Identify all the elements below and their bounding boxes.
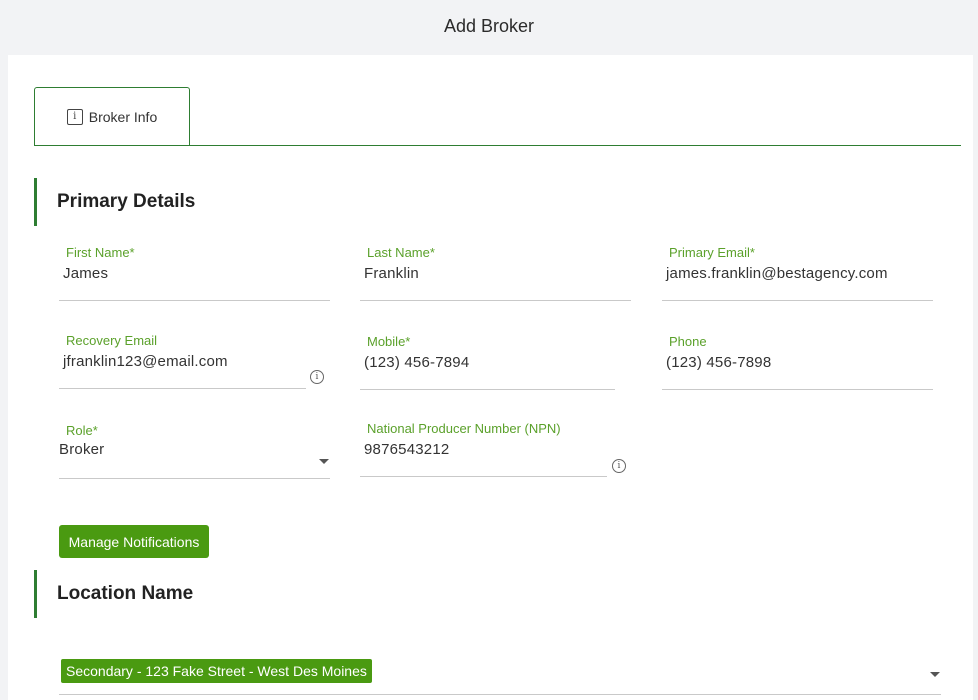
- field-underline: [662, 389, 933, 390]
- form-card: i Broker Info Primary Details First Name…: [8, 55, 973, 700]
- phone-input[interactable]: (123) 456-7898: [666, 354, 771, 371]
- npn-info-icon[interactable]: i: [612, 459, 626, 473]
- chevron-down-icon[interactable]: [930, 672, 940, 677]
- chevron-down-icon[interactable]: [319, 459, 329, 464]
- role-value: Broker: [59, 441, 105, 458]
- phone-label: Phone: [669, 334, 707, 349]
- primary-email-label: Primary Email*: [669, 245, 755, 260]
- field-underline: [360, 300, 631, 301]
- first-name-label: First Name*: [66, 245, 135, 260]
- field-underline: [360, 389, 615, 390]
- recovery-email-label: Recovery Email: [66, 333, 158, 348]
- manage-notifications-button[interactable]: Manage Notifications: [59, 525, 209, 558]
- tab-label: Broker Info: [88, 108, 158, 125]
- tab-divider: [34, 145, 961, 146]
- field-underline: [59, 300, 330, 301]
- first-name-input[interactable]: James: [63, 265, 108, 282]
- section-title: Location Name: [57, 583, 194, 604]
- role-select[interactable]: Role* Broker: [59, 423, 330, 479]
- recovery-email-info-icon[interactable]: i: [310, 370, 324, 384]
- npn-label: National Producer Number (NPN): [367, 421, 561, 436]
- mobile-label: Mobile*: [367, 334, 411, 349]
- primary-email-input[interactable]: james.franklin@bestagency.com: [666, 265, 888, 282]
- field-underline: [59, 478, 330, 479]
- mobile-input[interactable]: (123) 456-7894: [364, 354, 469, 371]
- page-title: Add Broker: [443, 15, 535, 36]
- tab-broker-info[interactable]: i Broker Info: [34, 87, 190, 146]
- last-name-input[interactable]: Franklin: [364, 265, 419, 282]
- recovery-email-field[interactable]: Recovery Email jfranklin123@email.com: [59, 333, 306, 389]
- phone-field[interactable]: Phone (123) 456-7898: [662, 334, 933, 390]
- last-name-label: Last Name*: [367, 245, 435, 260]
- field-underline: [360, 476, 607, 477]
- npn-input[interactable]: 9876543212: [364, 441, 449, 458]
- last-name-field[interactable]: Last Name* Franklin: [360, 245, 631, 301]
- field-underline: [662, 300, 933, 301]
- role-label: Role*: [66, 423, 98, 438]
- primary-details-section-header: Primary Details: [34, 178, 961, 226]
- first-name-field[interactable]: First Name* James: [59, 245, 330, 301]
- location-chip[interactable]: Secondary - 123 Fake Street - West Des M…: [61, 659, 372, 683]
- field-underline: [59, 694, 941, 695]
- npn-field[interactable]: National Producer Number (NPN) 987654321…: [360, 421, 607, 477]
- mobile-field[interactable]: Mobile* (123) 456-7894: [360, 334, 615, 390]
- section-title: Primary Details: [57, 191, 196, 212]
- field-underline: [59, 388, 306, 389]
- info-icon: i: [66, 108, 83, 125]
- primary-email-field[interactable]: Primary Email* james.franklin@bestagency…: [662, 245, 933, 301]
- recovery-email-input[interactable]: jfranklin123@email.com: [63, 353, 228, 370]
- location-section-header: Location Name: [34, 570, 961, 618]
- location-select[interactable]: Secondary - 123 Fake Street - West Des M…: [59, 655, 941, 695]
- page-header: Add Broker: [0, 0, 978, 52]
